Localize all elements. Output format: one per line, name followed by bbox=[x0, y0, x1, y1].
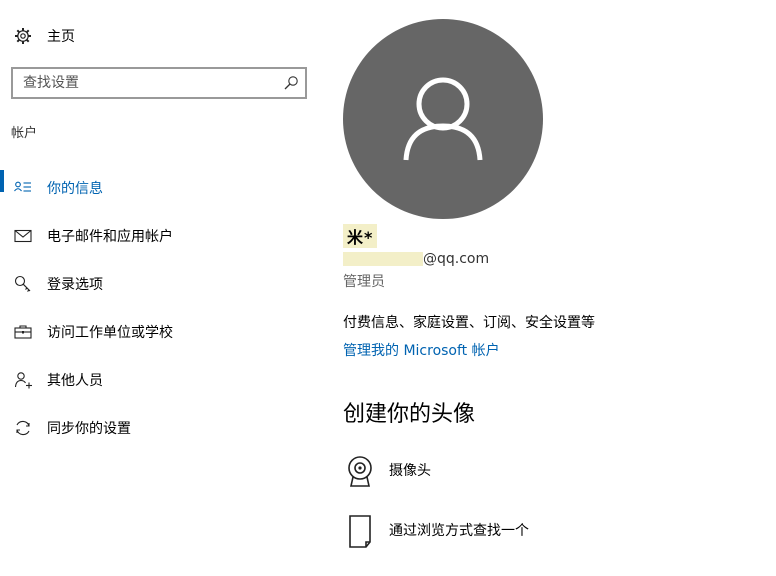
person-icon bbox=[403, 77, 483, 161]
billing-info-text: 付费信息、家庭设置、订阅、安全设置等 bbox=[343, 315, 595, 331]
sidebar-item-label: 你的信息 bbox=[47, 181, 103, 197]
create-avatar-heading: 创建你的头像 bbox=[343, 402, 476, 427]
add-person-icon bbox=[13, 370, 33, 390]
avatar bbox=[343, 19, 543, 219]
manage-microsoft-account-link[interactable]: 管理我的 Microsoft 帐户 bbox=[343, 340, 500, 360]
redacted-email-prefix bbox=[343, 252, 423, 266]
active-indicator bbox=[0, 170, 4, 192]
sync-icon bbox=[13, 418, 33, 438]
webcam-icon bbox=[343, 454, 377, 488]
briefcase-icon bbox=[13, 322, 33, 342]
search-icon[interactable] bbox=[283, 75, 299, 91]
camera-option-label: 摄像头 bbox=[389, 463, 431, 479]
sidebar-item-your-info[interactable]: 你的信息 bbox=[0, 164, 320, 212]
home-label: 主页 bbox=[47, 29, 75, 45]
sidebar-item-label: 其他人员 bbox=[47, 373, 103, 389]
person-list-icon bbox=[13, 178, 33, 198]
home-link[interactable]: 主页 bbox=[14, 24, 75, 48]
gear-icon bbox=[14, 27, 32, 45]
sidebar-item-sign-in-options[interactable]: 登录选项 bbox=[0, 260, 320, 308]
sidebar: 主页 帐户 你的信息 bbox=[0, 0, 320, 576]
sidebar-item-other-people[interactable]: 其他人员 bbox=[0, 356, 320, 404]
sidebar-item-label: 同步你的设置 bbox=[47, 421, 131, 437]
sidebar-nav: 你的信息 电子邮件和应用帐户 登录选项 访问工作单位或学校 其他人员 同步你的设… bbox=[0, 164, 320, 452]
account-role: 管理员 bbox=[343, 274, 385, 290]
sidebar-item-work-school[interactable]: 访问工作单位或学校 bbox=[0, 308, 320, 356]
sidebar-item-email-accounts[interactable]: 电子邮件和应用帐户 bbox=[0, 212, 320, 260]
email-suffix: @qq.com bbox=[423, 251, 490, 267]
sidebar-item-label: 访问工作单位或学校 bbox=[47, 325, 173, 341]
main-content: 米* @qq.com 管理员 付费信息、家庭设置、订阅、安全设置等 管理我的 M… bbox=[330, 0, 776, 576]
username: 米* bbox=[343, 224, 378, 248]
search-box[interactable] bbox=[11, 67, 307, 99]
browse-option[interactable]: 通过浏览方式查找一个 bbox=[343, 514, 529, 548]
sidebar-item-label: 电子邮件和应用帐户 bbox=[47, 229, 173, 245]
document-icon bbox=[343, 514, 377, 548]
key-icon bbox=[13, 274, 33, 294]
search-input[interactable] bbox=[13, 70, 273, 96]
section-title-accounts: 帐户 bbox=[11, 126, 38, 141]
email-address: @qq.com bbox=[343, 251, 489, 267]
camera-option[interactable]: 摄像头 bbox=[343, 454, 431, 488]
browse-option-label: 通过浏览方式查找一个 bbox=[389, 523, 529, 539]
sidebar-item-sync-settings[interactable]: 同步你的设置 bbox=[0, 404, 320, 452]
mail-icon bbox=[13, 226, 33, 246]
sidebar-item-label: 登录选项 bbox=[47, 277, 103, 293]
